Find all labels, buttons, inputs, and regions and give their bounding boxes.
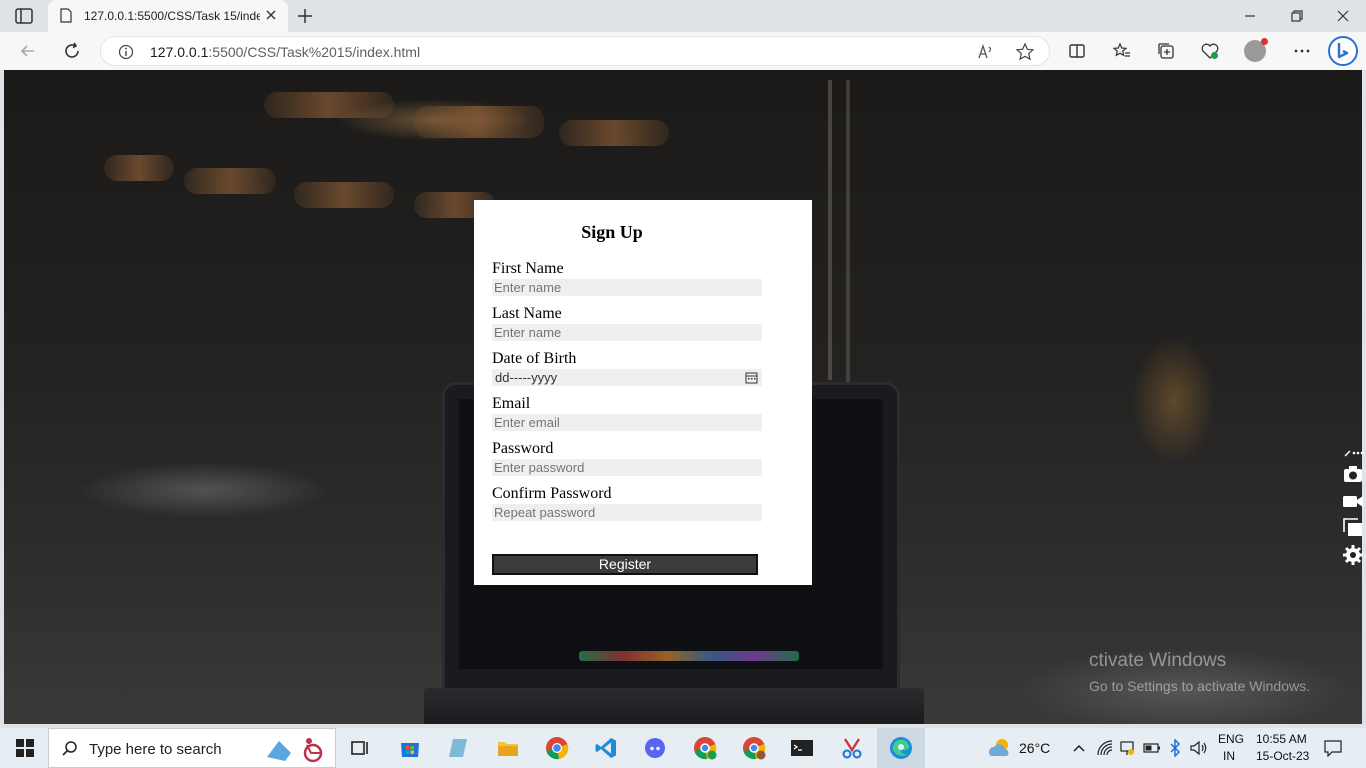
read-aloud-icon[interactable] [977,43,995,61]
background-pole [828,80,832,380]
page-icon [60,8,72,23]
password-label: Password [492,440,554,457]
task-view-icon[interactable] [348,736,372,760]
dob-label: Date of Birth [492,350,577,367]
background-pole [846,80,850,400]
video-record-icon[interactable] [1342,490,1364,512]
email-label: Email [492,395,531,412]
taskbar-search-box[interactable]: Type here to search [48,728,336,768]
file-explorer-icon[interactable] [496,736,520,760]
collections-icon[interactable] [1156,41,1176,61]
chrome-profile-2-icon[interactable] [742,736,766,760]
browser-essentials-icon[interactable] [1200,41,1220,61]
calendar-icon[interactable] [745,371,758,384]
settings-gear-icon[interactable] [1342,544,1364,566]
watermark-title: ctivate Windows [1089,650,1227,671]
clock-date: 15-Oct-23 [1256,749,1310,763]
favorite-star-icon[interactable] [1015,42,1035,62]
more-tools-icon[interactable] [1342,447,1364,459]
last-name-label: Last Name [492,305,562,322]
notification-dot [1261,38,1268,45]
microsoft-store-icon[interactable] [398,736,422,760]
background-light-bar [184,168,276,194]
battery-icon[interactable] [1143,741,1161,755]
site-info-icon[interactable] [118,44,134,60]
email-input[interactable] [492,414,762,431]
confirm-password-label: Confirm Password [492,485,612,502]
split-screen-icon[interactable] [1067,41,1087,61]
signup-form: Sign Up First Name Last Name Date of Bir… [474,200,812,585]
network-alert-icon[interactable] [1119,739,1135,757]
search-icon [62,741,77,756]
clock-time[interactable]: 10:55 AM [1256,732,1307,746]
chrome-profile-icon[interactable] [693,736,717,760]
vscode-icon[interactable] [594,736,618,760]
terminal-icon[interactable] [790,736,814,760]
background-light-bar [264,92,394,118]
register-button[interactable]: Register [492,554,758,575]
close-window-icon[interactable] [1335,8,1351,24]
region-label: IN [1223,749,1235,763]
profile-avatar[interactable] [1244,38,1268,62]
url-text: 127.0.0.1:5500/CSS/Task%2015/index.html [150,44,421,60]
minimize-icon[interactable] [1242,8,1258,24]
search-placeholder: Type here to search [89,741,222,758]
watermark-subtitle: Go to Settings to activate Windows. [1089,678,1310,694]
bluetooth-icon[interactable] [1169,739,1181,757]
windows-start-icon[interactable] [16,739,34,757]
confirm-password-input[interactable] [492,504,762,521]
background-light-bar [559,120,669,146]
browser-toolbar: 127.0.0.1:5500/CSS/Task%2015/index.html [0,32,1366,70]
notifications-icon[interactable] [1324,739,1342,757]
camera-icon[interactable] [1342,463,1364,485]
last-name-input[interactable] [492,324,762,341]
tab-title: 127.0.0.1:5500/CSS/Task 15/index.html [84,9,260,23]
new-tab-icon[interactable] [296,7,314,25]
chrome-icon[interactable] [545,736,569,760]
bing-copilot-icon[interactable] [1328,36,1358,66]
activate-windows-watermark: ctivate Windows Go to Settings to activa… [1089,650,1310,694]
discord-icon[interactable] [643,736,667,760]
close-tab-icon[interactable] [264,8,278,22]
favorites-icon[interactable] [1112,41,1132,61]
first-name-label: First Name [492,260,564,277]
background-light-bar [294,182,394,208]
search-highlight-icon [267,738,323,763]
restore-icon[interactable] [1289,8,1305,24]
browser-tab-bar: 127.0.0.1:5500/CSS/Task 15/index.html [0,0,1366,32]
screen-capture-toolbar [1340,447,1366,572]
notepad-icon[interactable] [447,736,471,760]
more-options-icon[interactable] [1292,41,1312,61]
dob-placeholder: dd-----yyyy [495,370,558,385]
page-viewport: Sign Up First Name Last Name Date of Bir… [4,70,1362,724]
tab-actions-icon[interactable] [14,7,34,25]
refresh-icon[interactable] [62,41,82,61]
edge-icon[interactable] [889,736,913,760]
laptop-keyboard [424,688,924,724]
background-light-bar [104,155,174,181]
first-name-input[interactable] [492,279,762,296]
form-title: Sign Up [581,222,643,242]
window-capture-icon[interactable] [1342,517,1364,539]
volume-icon[interactable] [1189,739,1209,757]
background-light-bar [414,106,544,138]
browser-tab[interactable]: 127.0.0.1:5500/CSS/Task 15/index.html [48,0,288,32]
wifi-icon[interactable] [1096,739,1114,757]
language-label[interactable]: ENG [1218,732,1244,746]
weather-temperature: 26°C [1019,740,1051,756]
snipping-tool-icon[interactable] [840,736,864,760]
show-hidden-icons-icon[interactable] [1072,742,1086,754]
laptop-dock [579,651,799,661]
weather-icon[interactable] [986,736,1014,760]
dob-input[interactable]: dd-----yyyy [492,369,762,386]
password-input[interactable] [492,459,762,476]
back-icon[interactable] [18,41,38,61]
windows-taskbar: Type here to search 26°C ENG IN 10:55 AM… [0,728,1366,768]
address-bar[interactable]: 127.0.0.1:5500/CSS/Task%2015/index.html [100,36,1050,66]
